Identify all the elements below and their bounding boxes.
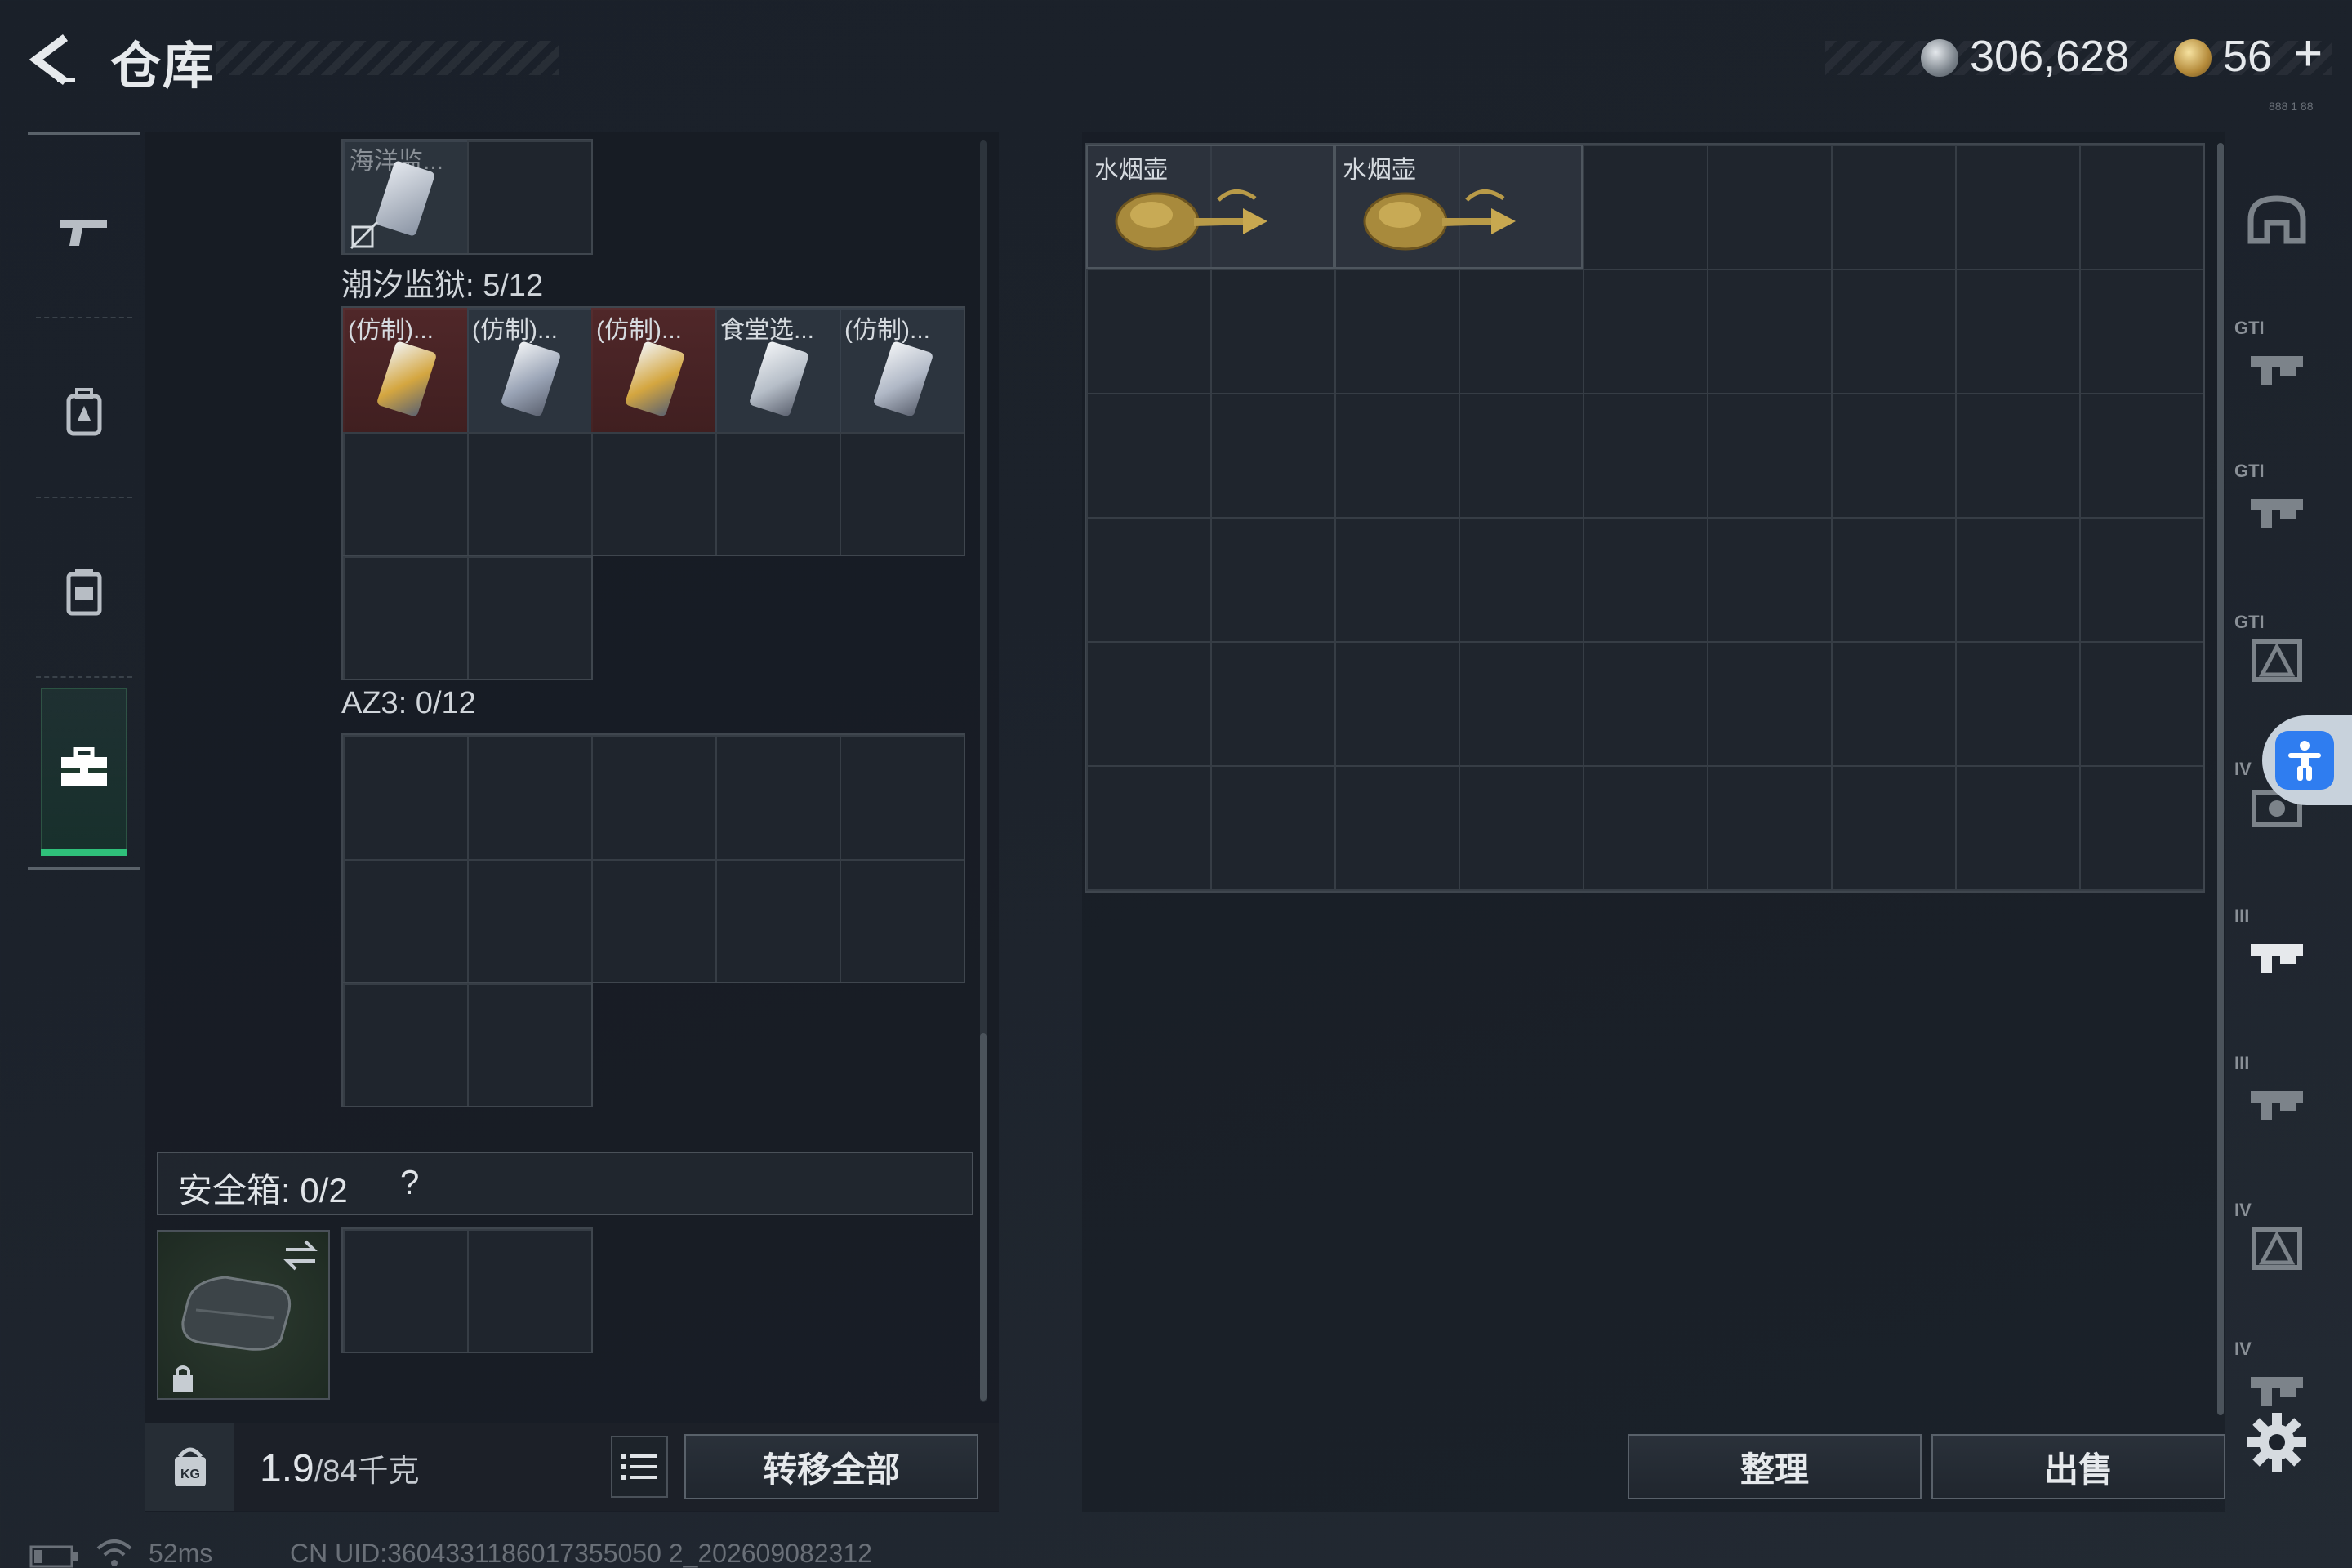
premium-coin-icon bbox=[2174, 39, 2212, 77]
equipment-slot-7[interactable]: III bbox=[2230, 1049, 2323, 1147]
sidebar-divider bbox=[36, 317, 132, 318]
coin-icon bbox=[1921, 39, 1958, 77]
item-name: (仿制)... bbox=[472, 317, 558, 344]
inventory-item[interactable]: (仿制)... bbox=[343, 308, 467, 432]
inventory-item[interactable]: (仿制)... bbox=[591, 308, 715, 432]
sidebar-item-chest-rig[interactable] bbox=[28, 510, 140, 674]
gti-weapon-icon bbox=[2250, 356, 2303, 385]
slot-tier-label: III bbox=[2234, 906, 2250, 926]
slot-tier-label: GTI bbox=[2234, 461, 2265, 481]
item-name: 食堂选... bbox=[720, 317, 815, 344]
equipment-slot-8[interactable]: IV bbox=[2230, 1196, 2323, 1294]
list-view-button[interactable] bbox=[611, 1436, 668, 1498]
safe-box-slot[interactable] bbox=[157, 1230, 330, 1400]
weight-current: 1.9 bbox=[260, 1447, 314, 1490]
svg-text:KG: KG bbox=[180, 1468, 200, 1481]
gti-triangle-icon bbox=[2251, 639, 2302, 682]
sell-button[interactable]: 出售 bbox=[1931, 1434, 2225, 1499]
inventory-item[interactable]: 食堂选... bbox=[715, 308, 840, 432]
ping-readout: 52ms bbox=[149, 1539, 213, 1568]
sidebar-divider bbox=[36, 497, 132, 498]
safe-case-icon bbox=[181, 1276, 292, 1351]
uid-readout: CN UID:3604331186017355050 2_20260908231… bbox=[290, 1539, 872, 1568]
keycard-icon bbox=[872, 340, 934, 418]
settings-gear-icon[interactable] bbox=[2244, 1410, 2310, 1475]
title-decoration bbox=[216, 41, 559, 75]
slot-tier-label: IV bbox=[2234, 1339, 2252, 1359]
equipment-slot-1[interactable] bbox=[2230, 172, 2323, 270]
back-arrow-icon[interactable] bbox=[24, 31, 82, 88]
slot-tier-label: III bbox=[2234, 1053, 2250, 1073]
iv-triangle-icon bbox=[2251, 1227, 2302, 1270]
premium-currency-amount: 56 bbox=[2223, 32, 2273, 81]
equipment-slot-4[interactable]: GTI bbox=[2230, 608, 2323, 706]
transfer-all-button[interactable]: 转移全部 bbox=[684, 1434, 978, 1499]
az3-grid-lower bbox=[341, 982, 593, 1107]
keycard-icon bbox=[748, 340, 810, 418]
az3-grid bbox=[341, 733, 965, 983]
weight-icon: KG bbox=[175, 1447, 206, 1486]
accessibility-icon bbox=[2288, 741, 2321, 781]
sidebar-bottom-line bbox=[28, 867, 140, 870]
slot-tier-label: IV bbox=[2234, 1200, 2252, 1220]
stash-scrollbar[interactable] bbox=[2217, 143, 2224, 1415]
inventory-item[interactable]: (仿制)... bbox=[467, 308, 591, 432]
sidebar-divider bbox=[36, 676, 132, 678]
keycard-icon bbox=[500, 340, 562, 418]
gti-weapon-ammo-icon bbox=[2250, 499, 2303, 528]
page-title: 仓库 bbox=[110, 38, 216, 95]
wifi-icon bbox=[96, 1539, 132, 1566]
briefcase-icon bbox=[61, 747, 107, 786]
weight-icon-box: KG bbox=[145, 1423, 234, 1511]
keycard-icon bbox=[376, 340, 438, 418]
slot-tier-label: IV bbox=[2234, 759, 2252, 779]
helmet-icon bbox=[2247, 195, 2305, 244]
list-icon bbox=[621, 1454, 657, 1480]
battery-icon bbox=[29, 1545, 78, 1568]
chest-rig-icon bbox=[66, 569, 102, 616]
pistol-icon bbox=[60, 220, 107, 246]
active-indicator bbox=[41, 849, 127, 856]
backpack-icon bbox=[66, 388, 102, 436]
inventory-item[interactable]: (仿制)... bbox=[840, 308, 964, 432]
item-name: (仿制)... bbox=[348, 317, 434, 344]
corner-label: 888 1 88 bbox=[2269, 100, 2314, 113]
equipment-slot-3[interactable]: GTI bbox=[2230, 457, 2323, 555]
item-name: (仿制)... bbox=[844, 317, 930, 344]
item-name: (仿制)... bbox=[596, 317, 682, 344]
hookah-icon bbox=[1363, 189, 1516, 251]
stash-item[interactable]: 水烟壶 bbox=[1086, 145, 1334, 269]
iv-partial-icon bbox=[2250, 1377, 2303, 1406]
tide-prison-grid-lower bbox=[341, 555, 593, 680]
loadout-scroll-thumb[interactable] bbox=[980, 1033, 987, 1401]
add-currency-button[interactable]: + bbox=[2293, 24, 2323, 82]
iii-weapon-2-icon bbox=[2250, 1091, 2303, 1120]
iii-weapon-icon bbox=[2250, 944, 2303, 973]
accessibility-button[interactable] bbox=[2275, 731, 2334, 790]
container-label-az3: AZ3: 0/12 bbox=[341, 686, 476, 720]
safe-box-label: 安全箱: 0/2 bbox=[178, 1171, 348, 1209]
pocket-item[interactable]: 海洋监... bbox=[343, 140, 467, 253]
lock-icon bbox=[173, 1365, 193, 1392]
equipment-slot-6[interactable]: III bbox=[2230, 902, 2323, 1000]
no-sell-icon bbox=[350, 220, 379, 250]
weight-max: /84千克 bbox=[314, 1454, 420, 1489]
slot-tier-label: GTI bbox=[2234, 318, 2265, 338]
hookah-icon bbox=[1115, 189, 1267, 251]
keycard-icon bbox=[624, 340, 686, 418]
safe-box-grid bbox=[341, 1227, 593, 1353]
weight-readout: 1.9/84千克 bbox=[260, 1446, 420, 1491]
stash-item[interactable]: 水烟壶 bbox=[1334, 145, 1583, 269]
sidebar-top-line bbox=[28, 132, 140, 135]
sort-button[interactable]: 整理 bbox=[1628, 1434, 1922, 1499]
equipment-slot-2[interactable]: GTI bbox=[2230, 314, 2323, 412]
currency-amount: 306,628 bbox=[1970, 32, 2130, 81]
help-icon[interactable]: ? bbox=[400, 1163, 419, 1202]
swap-icon[interactable] bbox=[281, 1238, 320, 1271]
slot-tier-label: GTI bbox=[2234, 612, 2265, 632]
sidebar-item-weapon[interactable] bbox=[28, 151, 140, 314]
container-label-tide-prison: 潮汐监狱: 5/12 bbox=[341, 269, 544, 303]
sidebar-item-backpack[interactable] bbox=[28, 331, 140, 494]
